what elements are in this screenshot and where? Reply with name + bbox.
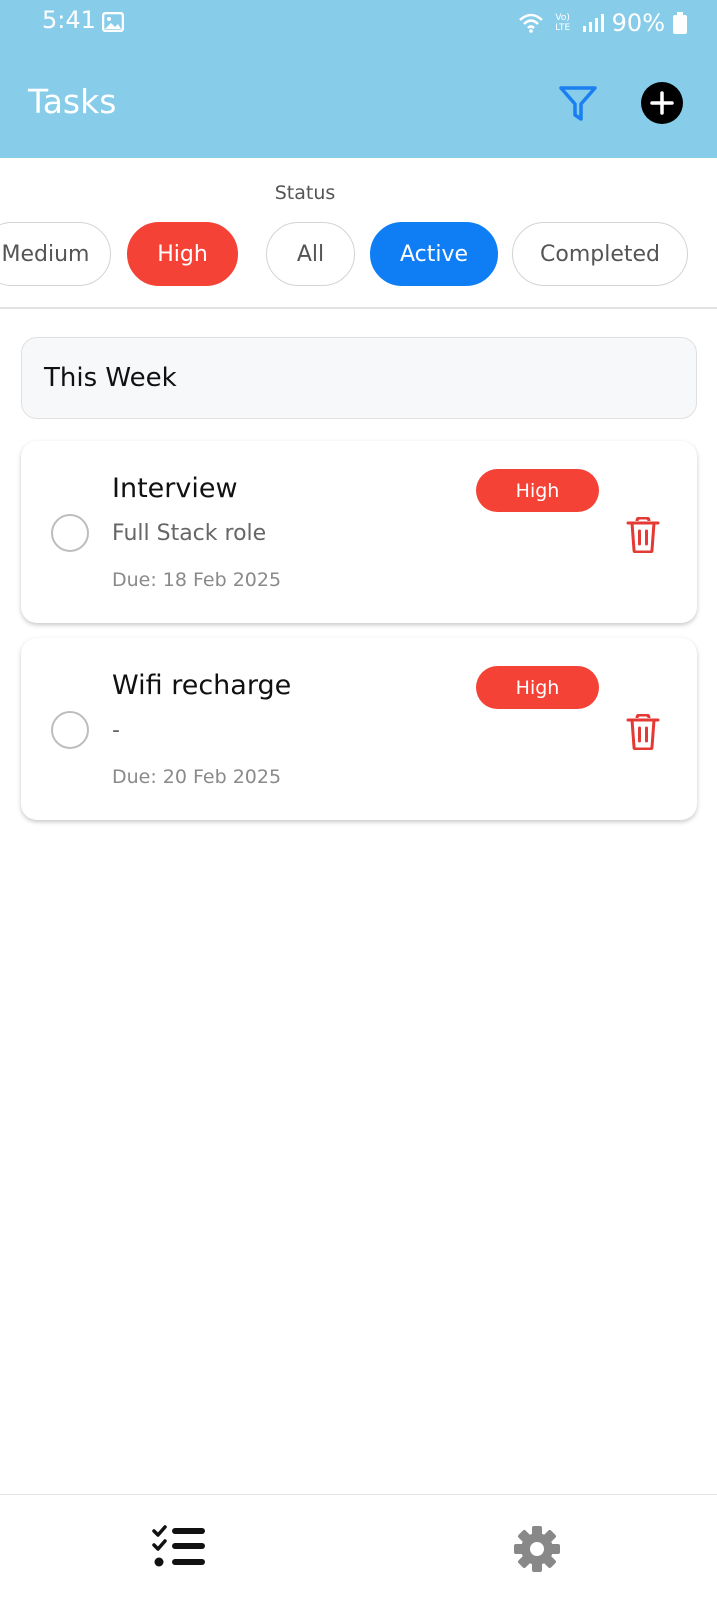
add-task-button[interactable] <box>641 82 683 124</box>
status-indicators: Vo) LTE 90% <box>518 6 687 40</box>
app-bar: 5:41 Vo) LTE 90% Tasks <box>0 0 717 158</box>
trash-icon[interactable] <box>626 517 660 553</box>
task-due-date: Due: 18 Feb 2025 <box>112 569 282 591</box>
task-due-date: Due: 20 Feb 2025 <box>112 766 282 788</box>
filter-icon <box>559 86 597 121</box>
chip-all[interactable]: All <box>266 222 355 286</box>
chip-completed[interactable]: Completed <box>512 222 688 286</box>
filter-button[interactable] <box>556 82 600 126</box>
task-description: - <box>112 718 120 743</box>
priority-badge: High <box>476 469 599 512</box>
battery-icon <box>673 12 687 34</box>
task-description: Full Stack role <box>112 521 267 546</box>
network-type-label: Vo) LTE <box>555 13 571 33</box>
task-title: Wifi recharge <box>112 670 292 701</box>
chip-high[interactable]: High <box>127 222 238 286</box>
section-title: This Week <box>44 363 177 393</box>
settings-gear-icon[interactable] <box>513 1525 561 1573</box>
image-notification-icon <box>102 12 124 32</box>
task-card[interactable]: Interview Full Stack role Due: 18 Feb 20… <box>21 441 697 623</box>
filter-chip-row[interactable]: Medium High All Active Completed <box>0 222 717 286</box>
task-card[interactable]: Wifi recharge - Due: 20 Feb 2025 High <box>21 638 697 820</box>
chip-active[interactable]: Active <box>370 222 498 286</box>
complete-checkbox[interactable] <box>51 514 89 552</box>
plus-icon <box>650 91 674 115</box>
status-time: 5:41 <box>42 6 96 34</box>
status-filter-label: Status <box>274 182 336 204</box>
wifi-icon <box>518 13 543 33</box>
priority-badge: High <box>476 666 599 709</box>
trash-icon[interactable] <box>626 714 660 750</box>
section-header: This Week <box>21 337 697 419</box>
tasks-list-icon[interactable] <box>152 1525 206 1569</box>
divider <box>0 307 717 309</box>
page-title: Tasks <box>28 82 117 121</box>
chip-medium[interactable]: Medium <box>0 222 111 286</box>
signal-icon <box>582 14 604 32</box>
battery-percent: 90% <box>611 9 665 37</box>
bottom-navigation <box>0 1494 717 1600</box>
complete-checkbox[interactable] <box>51 711 89 749</box>
task-title: Interview <box>112 473 238 504</box>
